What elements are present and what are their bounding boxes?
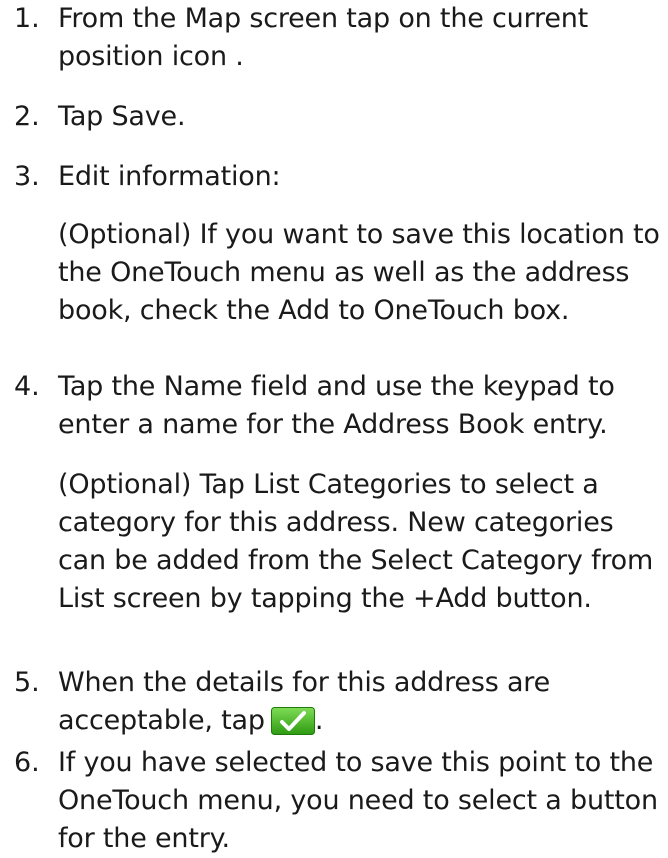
instruction-document: 1. From the Map screen tap on the curren…	[0, 0, 668, 854]
step-note: (Optional) If you want to save this loca…	[58, 219, 660, 326]
step-number: 5.	[14, 667, 40, 698]
step-number: 4.	[14, 371, 40, 402]
step-note: (Optional) Tap List Categories to select…	[58, 469, 654, 614]
step-text: Tap Save.	[58, 101, 186, 132]
step-text: If you have selected to save this point …	[58, 747, 658, 854]
checkmark-icon	[270, 707, 315, 735]
step-number: 6.	[14, 747, 40, 778]
step-number: 2.	[14, 101, 40, 132]
step-text-after-icon: .	[314, 705, 324, 736]
step-text: From the Map screen tap on the current p…	[58, 3, 589, 72]
step-text: When the details for this address are ac…	[58, 664, 663, 740]
step-text: Tap the Name field and use the keypad to…	[58, 371, 615, 440]
step-number: 1.	[14, 3, 40, 34]
step-text: Edit information:	[58, 161, 281, 192]
step-number: 3.	[14, 161, 40, 192]
